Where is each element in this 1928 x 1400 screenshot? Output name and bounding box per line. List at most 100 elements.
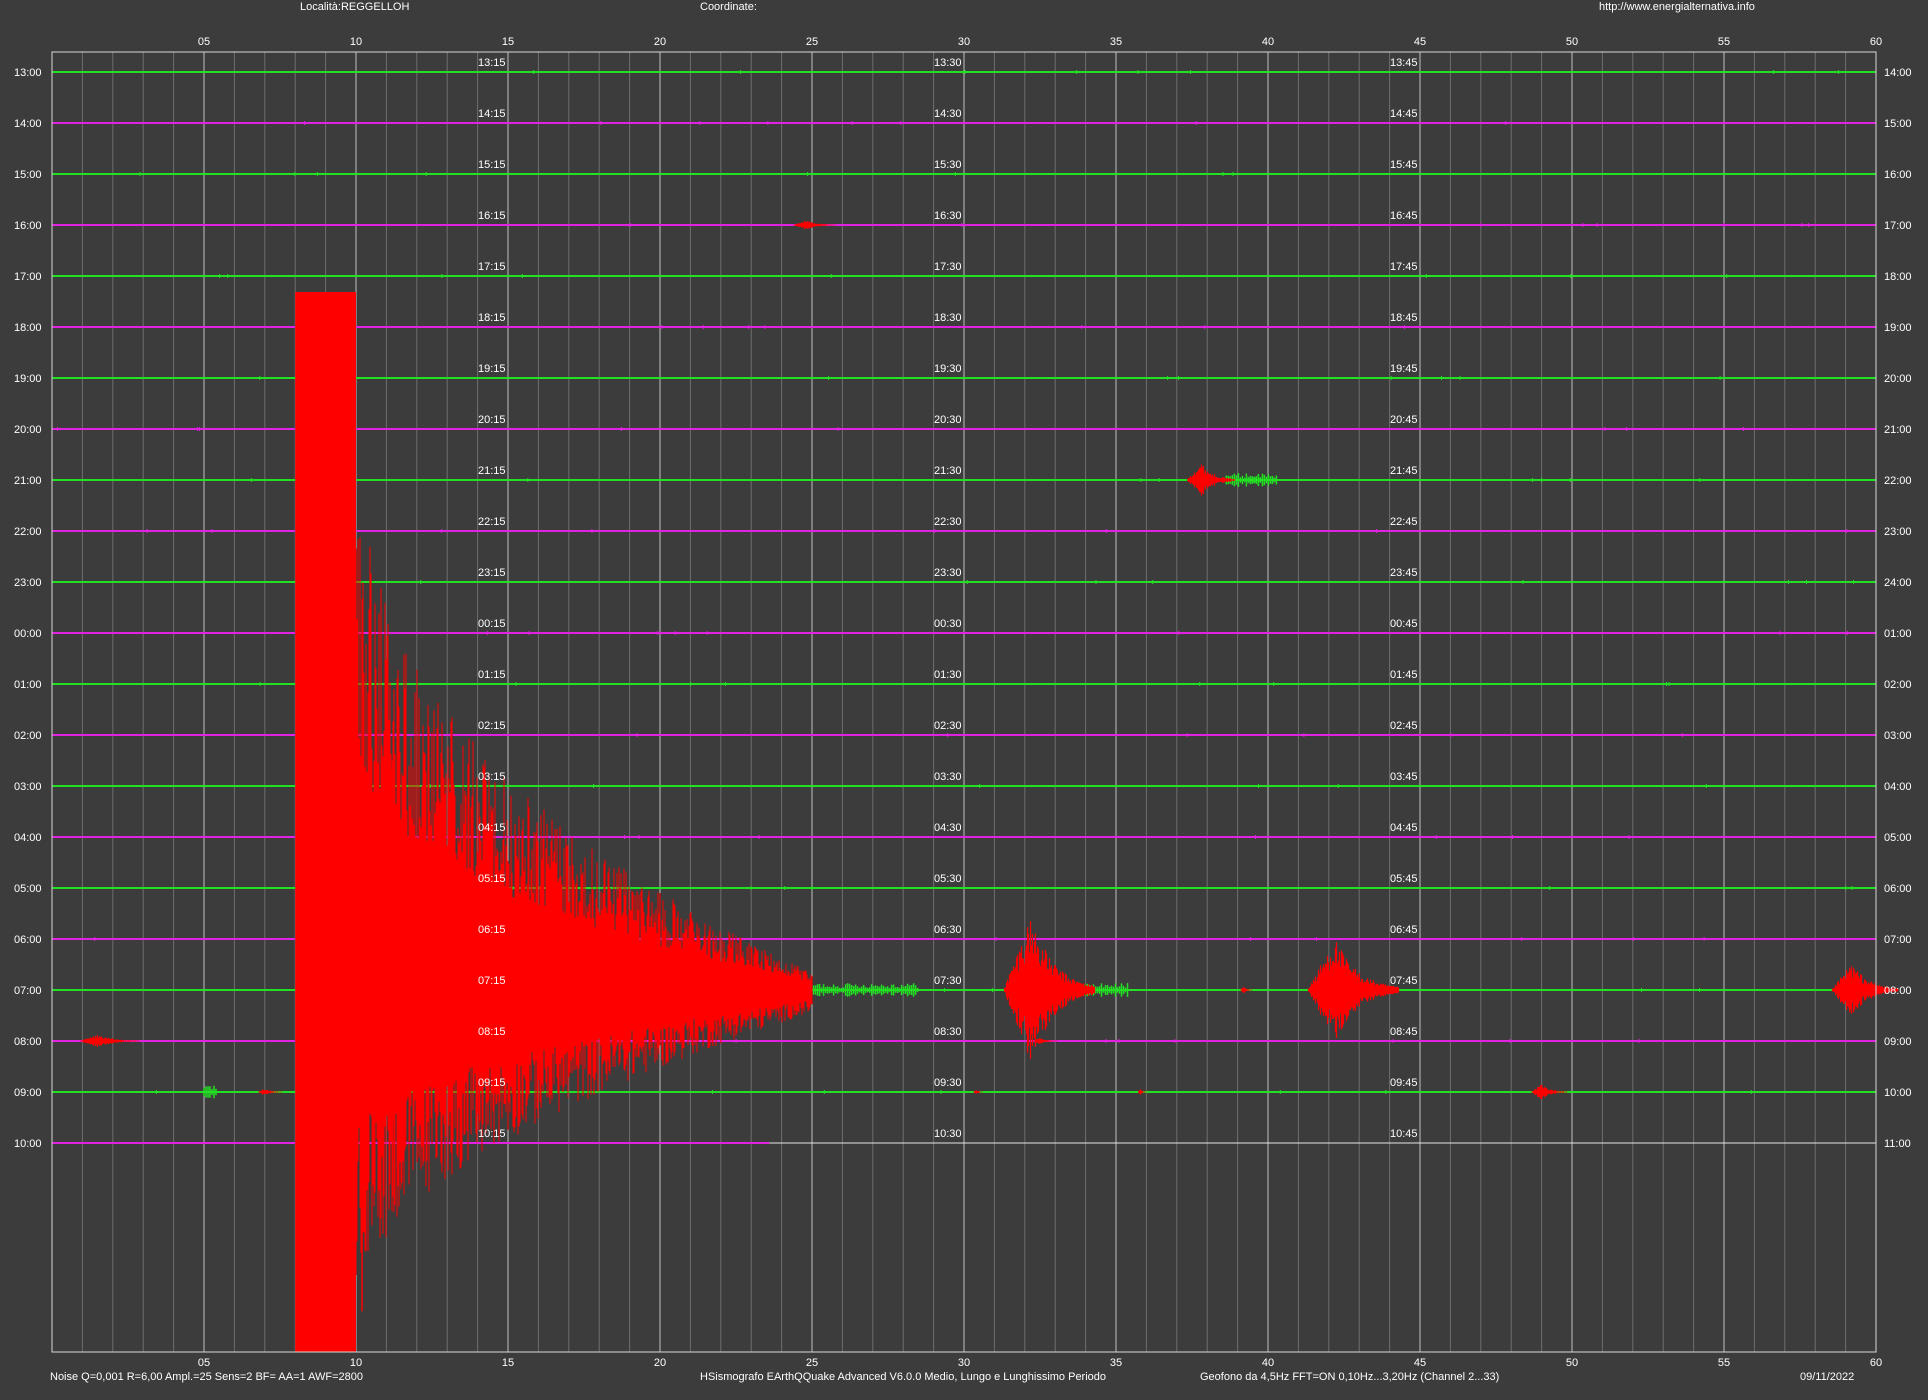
header-url[interactable]: http://www.energialternativa.info <box>1599 1 1755 13</box>
quarter-label-45: 13:45 <box>1390 57 1418 69</box>
row-label-left: 15:00 <box>14 169 42 181</box>
quarter-label-15: 18:15 <box>478 312 506 324</box>
quarter-label-30: 04:30 <box>934 822 962 834</box>
row-label-left: 17:00 <box>14 271 42 283</box>
quarter-label-30: 06:30 <box>934 924 962 936</box>
quarter-label-45: 19:45 <box>1390 363 1418 375</box>
seismic-event <box>257 1089 283 1095</box>
row-label-right: 20:00 <box>1884 373 1912 385</box>
quarter-label-30: 01:30 <box>934 669 962 681</box>
row-label-left: 04:00 <box>14 832 42 844</box>
main-event-saturated <box>295 292 356 1352</box>
x-tick-label-top: 60 <box>1870 36 1882 48</box>
row-label-right: 23:00 <box>1884 526 1912 538</box>
x-tick-label-bottom: 35 <box>1110 1357 1122 1369</box>
quarter-label-45: 08:45 <box>1390 1026 1418 1038</box>
header-location: Località:REGGELLOH <box>300 1 410 13</box>
seismic-event <box>1307 942 1400 1038</box>
row-label-left: 13:00 <box>14 67 42 79</box>
quarter-label-45: 00:45 <box>1390 618 1418 630</box>
row-label-right: 16:00 <box>1884 169 1912 181</box>
row-label-right: 24:00 <box>1884 577 1912 589</box>
quarter-label-15: 17:15 <box>478 261 506 273</box>
row-label-right: 19:00 <box>1884 322 1912 334</box>
row-label-right: 06:00 <box>1884 883 1912 895</box>
quarter-label-45: 01:45 <box>1390 669 1418 681</box>
quarter-label-15: 21:15 <box>478 465 506 477</box>
x-tick-label-top: 05 <box>198 36 210 48</box>
row-label-right: 21:00 <box>1884 424 1912 436</box>
row-label-left: 07:00 <box>14 985 42 997</box>
x-tick-label-top: 45 <box>1414 36 1426 48</box>
quarter-label-45: 04:45 <box>1390 822 1418 834</box>
x-tick-label-bottom: 20 <box>654 1357 666 1369</box>
row-label-left: 22:00 <box>14 526 42 538</box>
quarter-label-15: 14:15 <box>478 108 506 120</box>
seismic-event <box>79 1035 140 1047</box>
quarter-label-15: 03:15 <box>478 771 506 783</box>
row-label-right: 02:00 <box>1884 679 1912 691</box>
quarter-label-15: 01:15 <box>478 669 506 681</box>
helicorder-chart: 13:00 14:00 13:15 13:30 13:45 14:00 15:00 14:15… <box>14 36 1912 1369</box>
x-tick-label-top: 20 <box>654 36 666 48</box>
quarter-label-15: 06:15 <box>478 924 506 936</box>
quarter-label-30: 22:30 <box>934 516 962 528</box>
x-tick-label-top: 40 <box>1262 36 1274 48</box>
quarter-label-30: 20:30 <box>934 414 962 426</box>
green-burst <box>203 1085 217 1099</box>
x-tick-label-bottom: 40 <box>1262 1357 1274 1369</box>
row-label-right: 05:00 <box>1884 832 1912 844</box>
quarter-label-45: 03:45 <box>1390 771 1418 783</box>
seismic-event <box>1186 464 1236 496</box>
x-tick-label-top: 50 <box>1566 36 1578 48</box>
header-coordinates: Coordinate: <box>700 1 757 13</box>
quarter-label-30: 02:30 <box>934 720 962 732</box>
major-grid <box>203 52 1725 1352</box>
quarter-label-45: 17:45 <box>1390 261 1418 273</box>
x-tick-label-bottom: 15 <box>502 1357 514 1369</box>
quarter-label-15: 09:15 <box>478 1077 506 1089</box>
row-label-left: 02:00 <box>14 730 42 742</box>
row-label-right: 04:00 <box>1884 781 1912 793</box>
quarter-label-45: 09:45 <box>1390 1077 1418 1089</box>
x-tick-label-top: 25 <box>806 36 818 48</box>
row-label-left: 14:00 <box>14 118 42 130</box>
x-tick-label-bottom: 60 <box>1870 1357 1882 1369</box>
row-label-left: 18:00 <box>14 322 42 334</box>
row-label-right: 14:00 <box>1884 67 1912 79</box>
row-label-left: 23:00 <box>14 577 42 589</box>
x-tick-label-bottom: 30 <box>958 1357 970 1369</box>
row-label-right: 01:00 <box>1884 628 1912 640</box>
row-label-left: 20:00 <box>14 424 42 436</box>
quarter-label-15: 02:15 <box>478 720 506 732</box>
row-label-right: 22:00 <box>1884 475 1912 487</box>
row-label-right: 03:00 <box>1884 730 1912 742</box>
quarter-label-15: 07:15 <box>478 975 506 987</box>
seismic-event <box>1240 987 1253 993</box>
row-label-left: 06:00 <box>14 934 42 946</box>
quarter-label-15: 08:15 <box>478 1026 506 1038</box>
quarter-label-30: 14:30 <box>934 108 962 120</box>
row-label-right: 08:00 <box>1884 985 1912 997</box>
row-label-right: 15:00 <box>1884 118 1912 130</box>
quarter-label-15: 19:15 <box>478 363 506 375</box>
row-label-left: 00:00 <box>14 628 42 640</box>
quarter-label-45: 23:45 <box>1390 567 1418 579</box>
quarter-label-15: 04:15 <box>478 822 506 834</box>
seismic-event <box>1003 921 1096 1059</box>
quarter-label-30: 15:30 <box>934 159 962 171</box>
row-label-left: 09:00 <box>14 1087 42 1099</box>
seismic-event <box>1033 1038 1058 1044</box>
footer-software: HSismografo EArthQQuake Advanced V6.0.0 … <box>700 1371 1107 1383</box>
quarter-label-30: 09:30 <box>934 1077 962 1089</box>
quarter-label-15: 15:15 <box>478 159 506 171</box>
quarter-label-15: 20:15 <box>478 414 506 426</box>
seismic-event <box>1531 1084 1568 1100</box>
x-tick-label-top: 35 <box>1110 36 1122 48</box>
row-label-left: 01:00 <box>14 679 42 691</box>
quarter-label-30: 23:30 <box>934 567 962 579</box>
quarter-label-30: 21:30 <box>934 465 962 477</box>
x-tick-label-bottom: 45 <box>1414 1357 1426 1369</box>
quarter-label-15: 00:15 <box>478 618 506 630</box>
x-tick-label-bottom: 55 <box>1718 1357 1730 1369</box>
